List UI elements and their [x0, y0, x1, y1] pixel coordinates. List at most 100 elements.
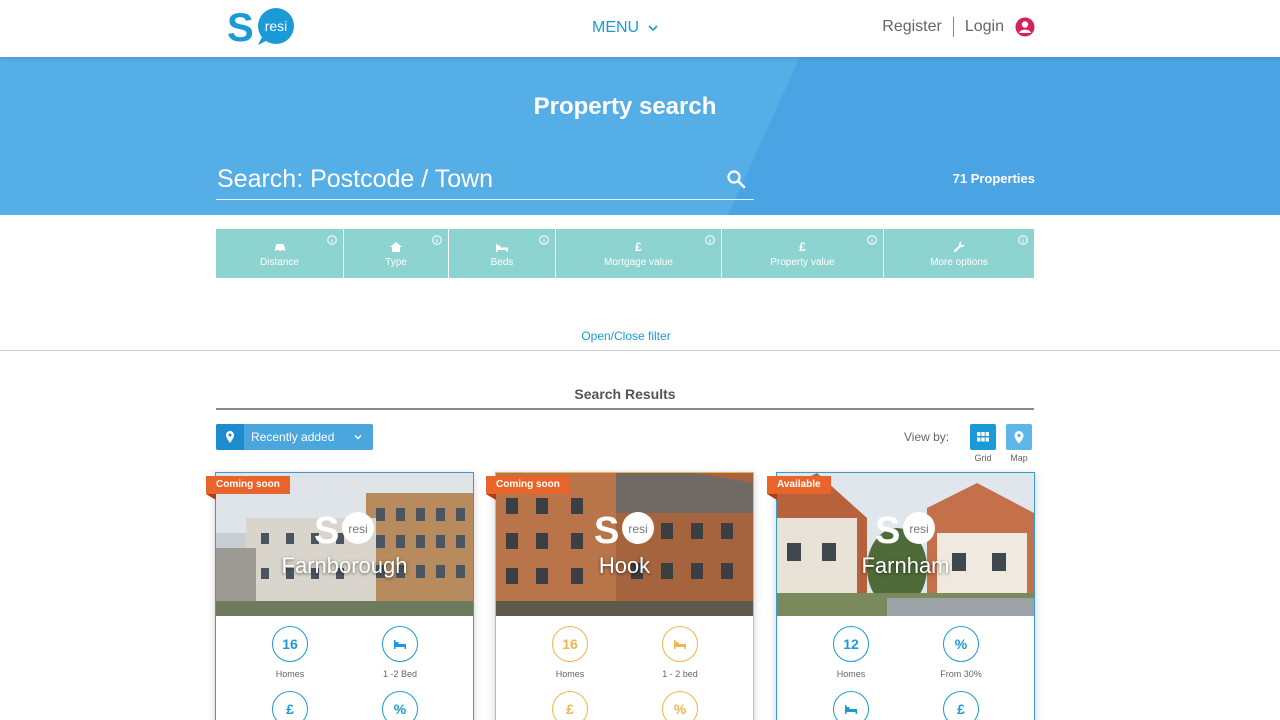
menu-label: MENU: [592, 19, 640, 36]
section-divider: [0, 350, 1280, 351]
location-pin-icon: [216, 424, 244, 450]
stat-caption: 1 - 2 bed: [662, 669, 698, 679]
info-icon[interactable]: [1018, 235, 1028, 245]
property-location: Farnborough: [281, 553, 408, 578]
stat-shared-ownership: % From 30%: [921, 626, 1001, 679]
stat-caption: 1 -2 Bed: [382, 669, 418, 679]
map-pin-icon: [1014, 431, 1024, 444]
toggle-filter-link[interactable]: Open/Close filter: [0, 329, 1252, 343]
svg-text:resi: resi: [628, 522, 647, 536]
percent-icon: %: [382, 691, 418, 720]
user-icon[interactable]: [1015, 17, 1035, 37]
filter-property-value[interactable]: £ Property value: [722, 229, 884, 278]
filter-more-options[interactable]: More options: [884, 229, 1034, 278]
status-badge: Coming soon: [206, 476, 290, 500]
svg-text:S: S: [875, 510, 900, 548]
house-icon: [390, 241, 402, 252]
info-icon[interactable]: [327, 235, 337, 245]
search-hero: Property search 71 Properties: [0, 57, 1280, 215]
main-menu-toggle[interactable]: MENU: [592, 19, 659, 37]
stat-price: £: [250, 691, 330, 720]
stat-caption: Homes: [555, 669, 585, 679]
bed-icon: [394, 640, 406, 649]
site-header: S resi MENU Register Login: [0, 0, 1280, 57]
status-badge: Coming soon: [486, 476, 570, 500]
filter-type[interactable]: Type: [344, 229, 449, 278]
svg-text:S: S: [594, 510, 619, 548]
map-view-button[interactable]: [1006, 424, 1032, 450]
stat-circle: [833, 691, 869, 720]
filter-mortgage-value[interactable]: £ Mortgage value: [556, 229, 722, 278]
property-card-farnborough[interactable]: Coming soon S resi Farnborough 16 Homes …: [206, 472, 474, 720]
results-underline: [216, 408, 1034, 410]
filter-label: Mortgage value: [604, 256, 673, 268]
homes-count: 16: [272, 626, 308, 662]
stat-circle: [382, 626, 418, 662]
map-view-label: Map: [1010, 453, 1028, 463]
login-link[interactable]: Login: [965, 18, 1004, 36]
pound-icon: £: [943, 691, 979, 720]
info-icon[interactable]: [539, 235, 549, 245]
register-link[interactable]: Register: [882, 18, 942, 36]
bed-icon: [496, 243, 508, 252]
svg-text:S: S: [314, 510, 339, 548]
so-resi-watermark: S resi: [314, 510, 374, 548]
homes-count: 12: [833, 626, 869, 662]
stat-percent: %: [640, 691, 720, 720]
results-title: Search Results: [574, 386, 676, 402]
info-icon[interactable]: [432, 235, 442, 245]
filter-label: Beds: [490, 256, 514, 268]
stat-caption: From 30%: [940, 669, 982, 679]
so-resi-logo[interactable]: S resi: [227, 7, 299, 47]
svg-text:resi: resi: [265, 18, 288, 34]
svg-text:S: S: [227, 7, 254, 47]
search-input[interactable]: [216, 160, 716, 198]
percent-icon: %: [662, 691, 698, 720]
filter-distance[interactable]: Distance: [216, 229, 344, 278]
svg-text:resi: resi: [909, 522, 928, 536]
filter-label: Property value: [770, 256, 835, 268]
stat-homes: 16 Homes: [530, 626, 610, 679]
pound-icon: £: [799, 239, 806, 254]
stat-caption: Homes: [275, 669, 305, 679]
wrench-icon: [953, 241, 965, 252]
page: S resi MENU Register Login Property sear…: [0, 0, 1280, 720]
account-divider: [952, 17, 954, 37]
stat-caption: Homes: [836, 669, 866, 679]
pound-icon: £: [552, 691, 588, 720]
stat-homes: 16 Homes: [250, 626, 330, 679]
pound-icon: £: [635, 239, 642, 254]
stat-percent: %: [360, 691, 440, 720]
homes-count: 16: [552, 626, 588, 662]
property-count: 71 Properties: [952, 171, 1035, 186]
grid-icon: [977, 432, 989, 442]
grid-view-button[interactable]: [970, 424, 996, 450]
stat-beds: 1 - 2 bed: [640, 626, 720, 679]
sort-dropdown[interactable]: Recently added: [216, 424, 373, 450]
info-icon[interactable]: [867, 235, 877, 245]
page-title: Property search: [533, 93, 717, 120]
pound-icon: £: [272, 691, 308, 720]
chevron-down-icon: [354, 434, 362, 440]
stat-beds: [811, 691, 891, 720]
status-badge: Available: [767, 476, 831, 500]
filter-label: Type: [385, 256, 407, 268]
filter-label: Distance: [260, 256, 299, 268]
search-icon[interactable]: [726, 169, 746, 189]
bed-icon: [845, 705, 857, 714]
property-card-hook[interactable]: Coming soon S resi Hook 16 Homes 1 - 2 b…: [486, 472, 754, 720]
info-icon[interactable]: [705, 235, 715, 245]
stat-homes: 12 Homes: [811, 626, 891, 679]
svg-text:resi: resi: [348, 522, 367, 536]
chevron-down-icon: [648, 25, 658, 32]
filter-beds[interactable]: Beds: [449, 229, 556, 278]
stat-beds: 1 -2 Bed: [360, 626, 440, 679]
car-icon: [274, 243, 285, 252]
view-by-label: View by:: [904, 430, 950, 444]
stat-price: £: [921, 691, 1001, 720]
so-resi-watermark: S resi: [875, 510, 935, 548]
property-card-farnham[interactable]: Available S resi Farnham 12 Homes % From…: [767, 472, 1035, 720]
filter-bar: Distance Type Beds £ Mortgage value £ Pr…: [216, 229, 1034, 278]
account-links: Register Login: [882, 17, 1035, 37]
property-location: Hook: [598, 553, 651, 578]
